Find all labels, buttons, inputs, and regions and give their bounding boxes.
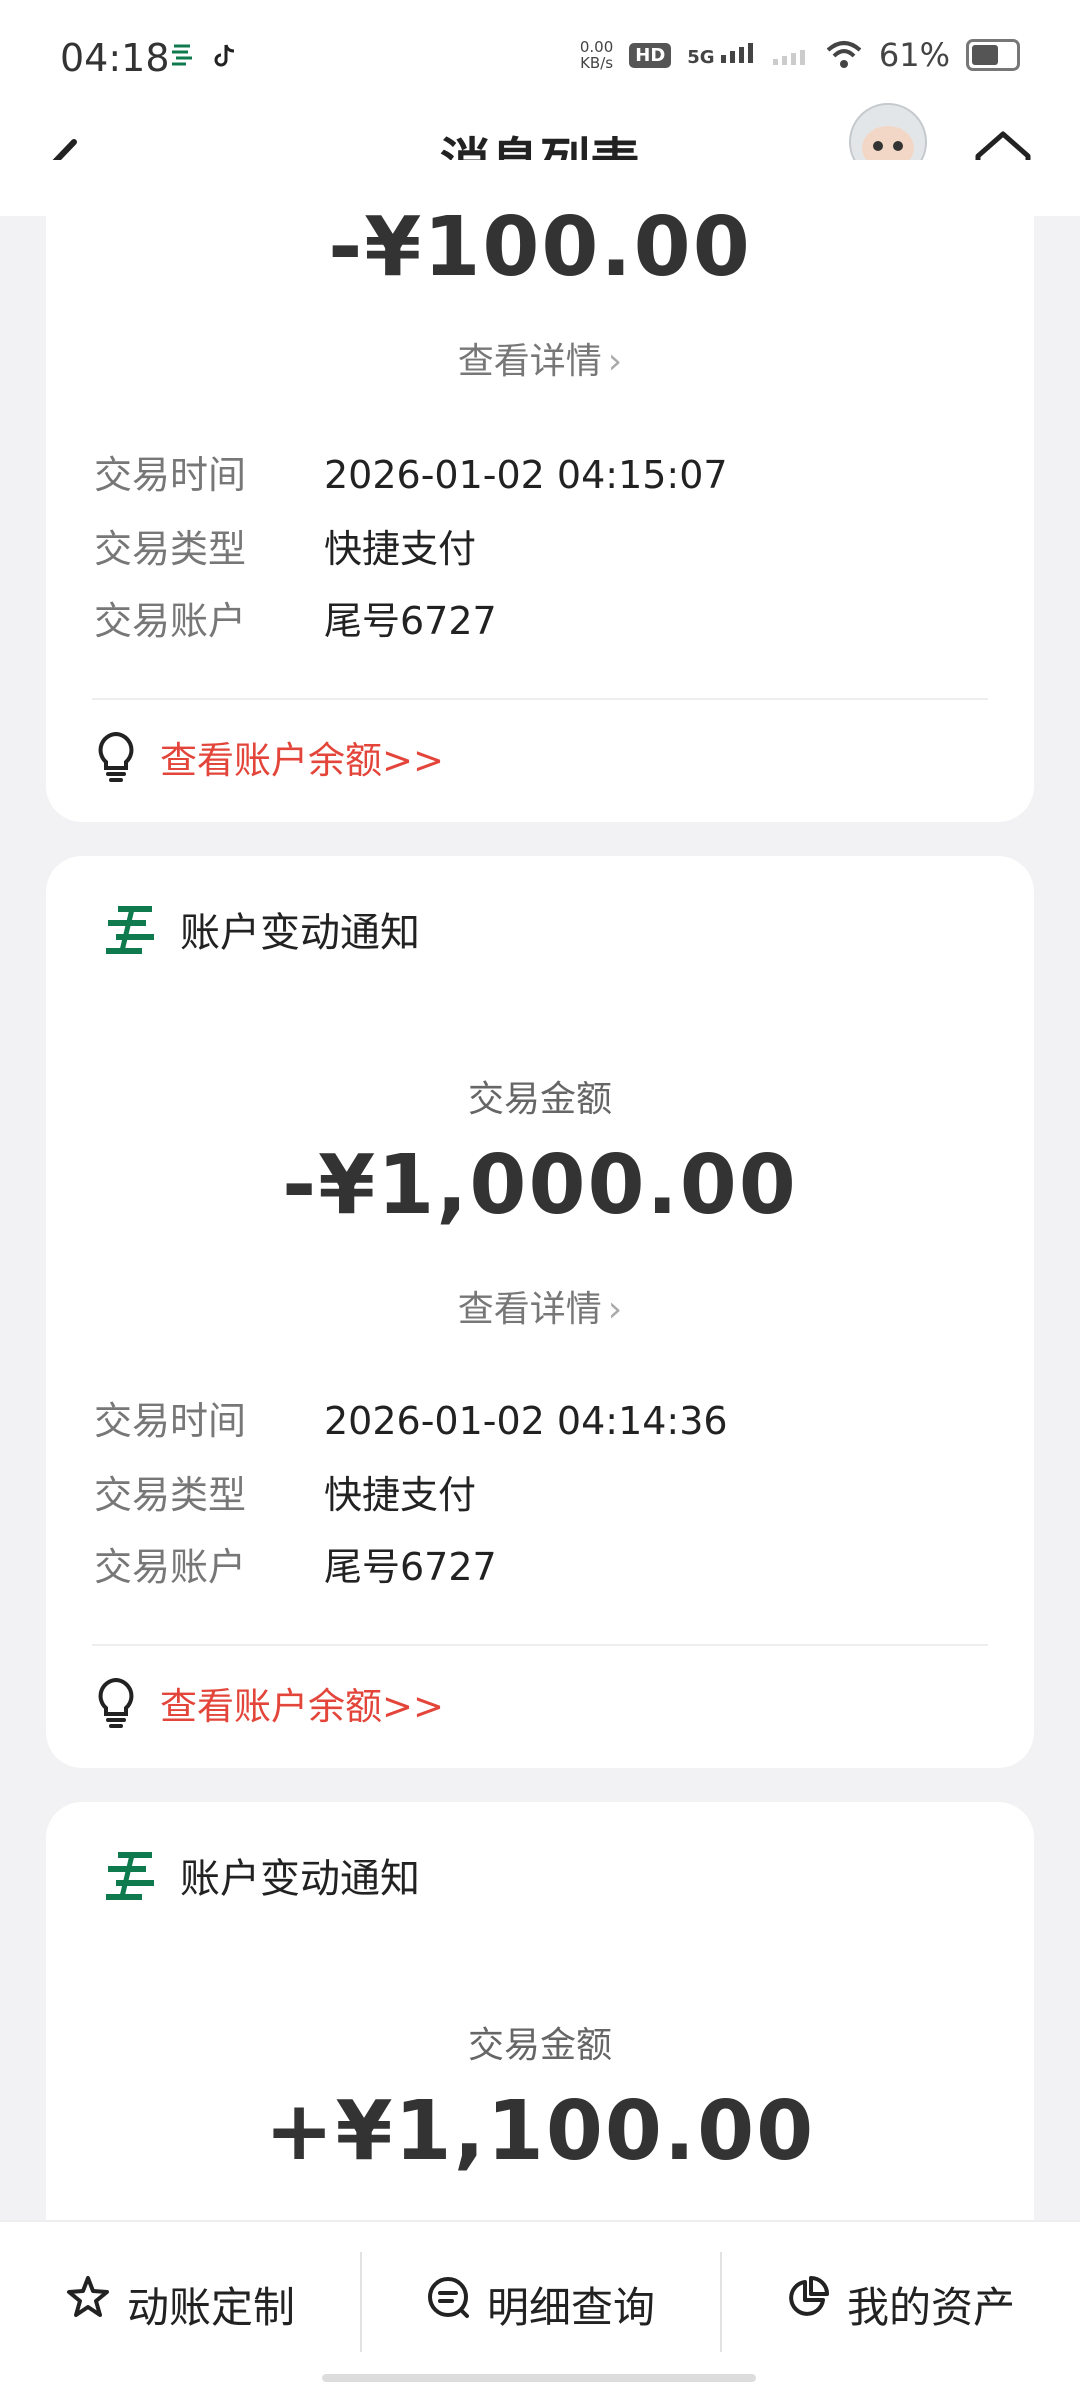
pie-chart-icon: [789, 2276, 829, 2316]
lightbulb-icon: [98, 731, 134, 782]
chevron-right-icon: ›: [607, 1289, 623, 1330]
transaction-card: 账户变动通知 交易金额 -¥1,000.00 查看详情 › 交易时间 2026-01…: [46, 856, 1034, 1768]
transaction-time-row: 交易时间 2026-01-02 04:14:36: [94, 1399, 728, 1443]
transaction-amount: -¥100.00: [328, 200, 752, 295]
transaction-type-row: 交易类型 快捷支付: [94, 1473, 477, 1517]
status-bar: 04:18 0.00 KB/s HD 5G 61%: [0, 0, 1080, 112]
transaction-account-row: 交易账户 尾号6727: [94, 1545, 497, 1589]
star-icon: [66, 2276, 109, 2317]
status-time: 04:18: [60, 36, 170, 80]
tab-account-customize[interactable]: 动账定制: [0, 2222, 360, 2390]
tab-detail-query[interactable]: 明细查询: [360, 2222, 720, 2390]
transaction-time-row: 交易时间 2026-01-02 04:15:07: [94, 453, 728, 497]
transaction-amount: -¥1,000.00: [282, 1138, 798, 1233]
divider: [92, 1644, 988, 1646]
transaction-account-row: 交易账户 尾号6727: [94, 599, 497, 643]
divider: [92, 698, 988, 700]
signal-2-icon: [772, 50, 805, 65]
postal-bank-icon: [172, 44, 192, 66]
signal-icon: 5G: [687, 42, 757, 68]
network-speed: 0.00 KB/s: [579, 38, 614, 72]
card-title: 账户变动通知: [180, 1856, 420, 1902]
tiktok-icon: [214, 44, 235, 67]
bottom-nav: 动账定制 明细查询 我的资产: [0, 2220, 1080, 2390]
postal-bank-logo-icon: [106, 906, 154, 954]
battery-icon: [966, 39, 1020, 71]
wifi-icon: [826, 41, 862, 68]
hd-badge: HD: [629, 42, 672, 68]
postal-bank-logo-icon: [106, 1852, 154, 1900]
transaction-card: 账户变动通知 交易金额 +¥1,100.00: [46, 1802, 1034, 2262]
view-balance-link[interactable]: 查看账户余额>>: [94, 730, 444, 784]
transaction-card: -¥100.00 查看详情 › 交易时间 2026-01-02 04:15:07 交…: [46, 160, 1034, 822]
view-details-link[interactable]: 查看详情 ›: [46, 1280, 1034, 1332]
view-balance-link[interactable]: 查看账户余额>>: [94, 1676, 444, 1730]
tab-my-assets[interactable]: 我的资产: [720, 2222, 1080, 2390]
lightbulb-icon: [98, 1677, 134, 1728]
search-list-icon: [427, 2277, 469, 2318]
home-indicator[interactable]: [322, 2374, 756, 2382]
card-title: 账户变动通知: [180, 910, 420, 956]
transaction-type-row: 交易类型 快捷支付: [94, 527, 477, 571]
battery-percent: 61%: [878, 36, 950, 74]
transaction-amount: +¥1,100.00: [264, 2084, 816, 2179]
amount-label: 交易金额: [467, 1079, 612, 1120]
amount-label: 交易金额: [467, 2025, 612, 2066]
view-details-link[interactable]: 查看详情 ›: [46, 332, 1034, 384]
chevron-right-icon: ›: [607, 341, 623, 382]
